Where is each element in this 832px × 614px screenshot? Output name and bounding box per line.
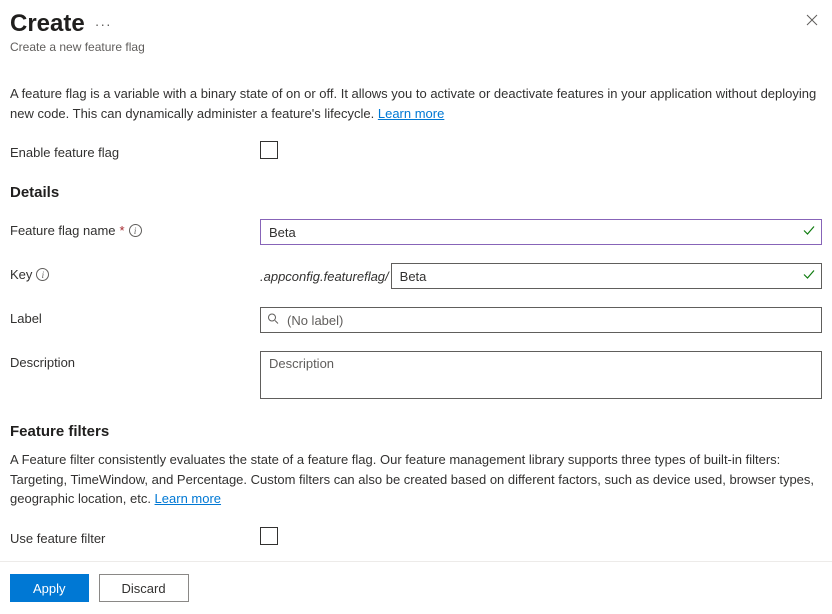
label-field-label: Label [10,307,260,326]
name-input[interactable] [260,219,822,245]
label-input[interactable] [260,307,822,333]
use-filter-label: Use feature filter [10,527,260,546]
filters-body: A Feature filter consistently evaluates … [10,452,814,506]
apply-button[interactable]: Apply [10,574,89,602]
description-label: Description [10,351,260,370]
filters-heading: Feature filters [10,423,822,440]
key-prefix: .appconfig.featureflag/ [260,269,389,284]
key-input[interactable] [391,263,822,289]
key-label: Key [10,267,32,282]
info-icon[interactable]: i [36,268,49,281]
discard-button[interactable]: Discard [99,574,189,602]
details-heading: Details [10,184,822,201]
filters-learn-more-link[interactable]: Learn more [155,491,221,506]
more-icon[interactable]: ··· [95,16,112,32]
description-textarea[interactable] [260,351,822,399]
info-icon[interactable]: i [129,224,142,237]
name-label: Feature flag name [10,223,116,238]
page-subtitle: Create a new feature flag [10,40,145,54]
page-title: Create [10,10,85,38]
close-button[interactable] [802,10,822,30]
filters-text: A Feature filter consistently evaluates … [10,450,822,509]
learn-more-link[interactable]: Learn more [378,106,444,121]
use-filter-checkbox[interactable] [260,527,278,545]
intro-text: A feature flag is a variable with a bina… [10,84,822,123]
enable-checkbox[interactable] [260,141,278,159]
required-asterisk: * [120,223,125,238]
enable-label: Enable feature flag [10,141,260,160]
